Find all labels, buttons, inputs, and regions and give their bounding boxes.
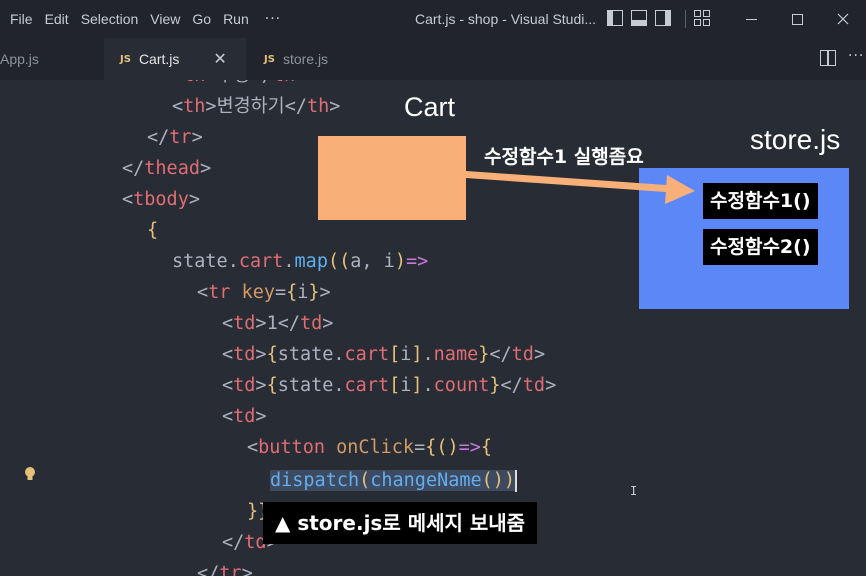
menu-selection[interactable]: Selection	[75, 0, 145, 38]
caption-subtitle: ▲ store.js로 메세지 보내줌	[263, 502, 538, 544]
code-line-13: <button onClick={()=>{	[247, 437, 493, 458]
menu-run[interactable]: Run	[217, 0, 255, 38]
toggle-secondary-sidebar-icon[interactable]	[655, 10, 671, 26]
close-window-icon	[837, 13, 849, 25]
window-controls	[728, 0, 866, 38]
close-tab-icon[interactable]: ✕	[213, 49, 226, 69]
customize-layout-icon[interactable]	[694, 10, 710, 26]
title-bar: File Edit Selection View Go Run ··· Cart…	[0, 0, 866, 38]
layout-divider	[685, 10, 686, 28]
code-line-10: <td>{state.cart[i].name}</td>	[222, 344, 546, 365]
menu-bar: File Edit Selection View Go Run ···	[0, 0, 291, 38]
function-chip-2: 수정함수2()	[703, 229, 818, 265]
menu-file[interactable]: File	[4, 0, 39, 38]
code-line-5: <tbody>	[122, 189, 200, 210]
code-line-7: state.cart.map((a, i)=>	[172, 251, 429, 272]
tab-label: Cart.js	[138, 51, 180, 67]
code-line-9: <td>1</td>	[222, 313, 334, 334]
close-window-button[interactable]	[820, 0, 866, 38]
window-title: Cart.js - shop - Visual Studi...	[415, 11, 597, 27]
code-line-6: {	[147, 220, 159, 241]
tab-app-js[interactable]: App.js	[0, 38, 100, 80]
maximize-button[interactable]	[774, 0, 820, 38]
layout-controls	[607, 10, 710, 28]
cart-label: Cart	[404, 92, 456, 122]
toggle-sidebar-icon[interactable]	[607, 10, 623, 26]
lightbulb-icon[interactable]	[24, 466, 36, 482]
menu-edit[interactable]: Edit	[39, 0, 75, 38]
js-file-icon: JS	[120, 53, 131, 65]
tab-store-js[interactable]: JS store.js	[248, 38, 368, 80]
store-label: store.js	[750, 124, 841, 155]
split-editor-icon[interactable]	[820, 50, 836, 66]
tab-label: App.js	[0, 51, 39, 67]
minimize-icon	[745, 18, 757, 20]
menu-view[interactable]: View	[144, 0, 186, 38]
code-line-1: <th>수량</th>	[172, 80, 306, 91]
menu-more-icon[interactable]: ···	[255, 11, 291, 27]
code-line-2: <th>변경하기</th>	[172, 96, 341, 117]
code-line-11: <td>{state.cart[i].count}</td>	[222, 375, 557, 396]
text-cursor-icon: I	[630, 484, 638, 498]
menu-go[interactable]: Go	[186, 0, 217, 38]
code-line-8: <tr key={i}>	[197, 282, 331, 303]
code-line-17: </tr>	[197, 563, 253, 576]
arrow-label: 수정함수1 실행좀요	[484, 146, 644, 168]
tab-cart-js[interactable]: JS Cart.js ✕	[104, 38, 246, 80]
tab-label: store.js	[282, 51, 329, 67]
editor-tab-bar: App.js JS Cart.js ✕ JS store.js ···	[0, 38, 866, 80]
text-caret	[515, 470, 518, 492]
cart-component-box	[318, 136, 466, 220]
code-line-4: </thead>	[122, 158, 212, 179]
code-line-3: </tr>	[147, 127, 203, 148]
toggle-panel-icon[interactable]	[631, 10, 647, 26]
code-line-14: dispatch(changeName())	[270, 470, 518, 492]
maximize-icon	[791, 13, 803, 25]
code-line-12: <td>	[222, 406, 267, 427]
minimize-button[interactable]	[728, 0, 774, 38]
function-chip-1: 수정함수1()	[703, 183, 818, 219]
js-file-icon: JS	[264, 53, 275, 65]
more-actions-icon[interactable]: ···	[848, 48, 864, 64]
